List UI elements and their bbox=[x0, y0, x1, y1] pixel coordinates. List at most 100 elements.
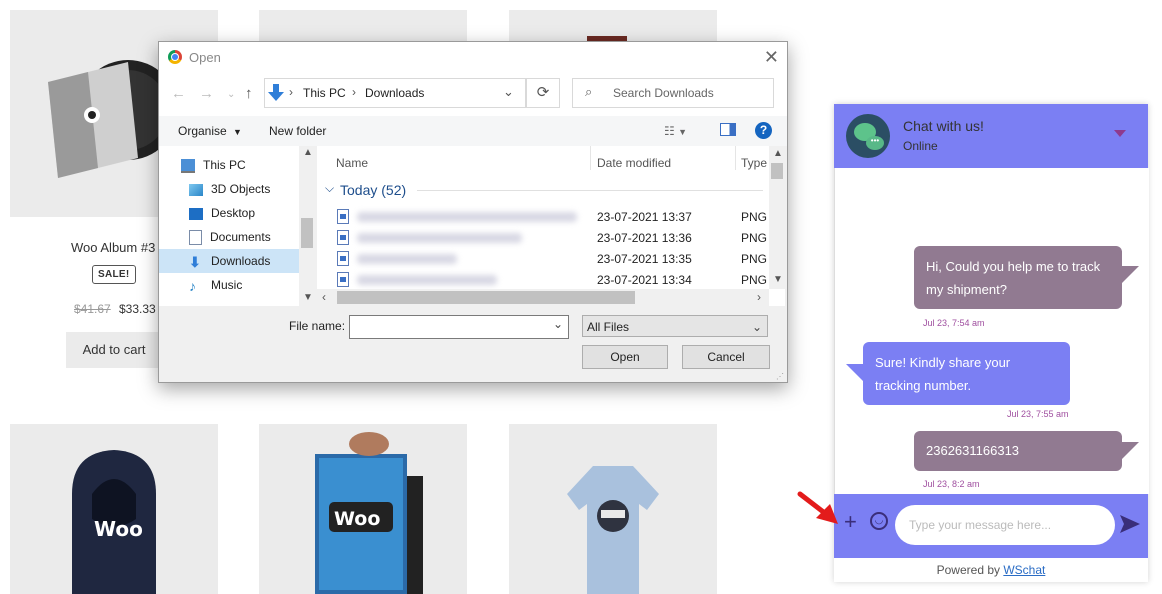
cancel-button[interactable]: Cancel bbox=[682, 345, 770, 369]
tshirt-graphic bbox=[567, 466, 659, 594]
chat-status: Online bbox=[903, 139, 938, 153]
tree-item-music[interactable]: ♪ Music bbox=[189, 273, 307, 297]
search-placeholder: Search Downloads bbox=[613, 86, 714, 100]
attach-plus-icon[interactable]: + bbox=[844, 509, 857, 535]
help-icon[interactable]: ? bbox=[755, 122, 772, 139]
resize-grip-icon[interactable]: ⋰ bbox=[776, 372, 784, 381]
message-tail bbox=[1121, 266, 1139, 284]
view-options-icon[interactable]: ☷ ▼ bbox=[664, 124, 687, 138]
breadcrumb-downloads[interactable]: Downloads bbox=[365, 86, 424, 100]
file-row[interactable]: 23-07-2021 13:35 PNG bbox=[337, 248, 777, 269]
scroll-down-icon[interactable]: ▼ bbox=[303, 292, 313, 303]
dialog-footer: File name: ⌄ All Files ⌄ Open Cancel ⋰ bbox=[159, 306, 787, 382]
emoji-icon[interactable]: ◡ bbox=[870, 512, 888, 530]
file-name-dropdown-icon[interactable]: ⌄ bbox=[553, 317, 563, 331]
message-text: 2362631166313 bbox=[926, 443, 1020, 458]
group-header[interactable]: Today (52) bbox=[340, 182, 406, 198]
scroll-down-icon[interactable]: ▼ bbox=[773, 274, 783, 285]
message-time: Jul 23, 7:54 am bbox=[923, 318, 985, 328]
address-bar[interactable]: › This PC › Downloads ⌄ bbox=[264, 78, 526, 108]
product-image-poster[interactable]: Woo bbox=[259, 424, 467, 594]
product-title[interactable]: Woo Album #3 bbox=[71, 240, 155, 255]
scroll-left-icon[interactable]: ‹ bbox=[322, 290, 326, 304]
png-file-icon bbox=[337, 209, 349, 224]
message-outgoing: Hi, Could you help me to track my shipme… bbox=[914, 246, 1122, 309]
wschat-link[interactable]: WSchat bbox=[1003, 563, 1045, 577]
chat-bubble-dots-icon: ••• bbox=[866, 136, 884, 150]
blurred-filename bbox=[357, 254, 457, 264]
search-box[interactable]: ⌕ Search Downloads bbox=[572, 78, 774, 108]
downloads-folder-icon bbox=[268, 84, 284, 101]
tree-label: Desktop bbox=[211, 206, 256, 220]
chat-avatar: ••• bbox=[846, 114, 890, 158]
chat-messages[interactable]: Hi, Could you help me to track my shipme… bbox=[834, 168, 1149, 494]
tree-label: Documents bbox=[210, 230, 271, 244]
scroll-right-icon[interactable]: › bbox=[757, 290, 761, 304]
powered-by: Powered by WSchat bbox=[834, 558, 1148, 582]
add-to-cart-button[interactable]: Add to cart bbox=[66, 332, 162, 368]
back-arrow-icon[interactable]: ← bbox=[171, 85, 186, 102]
file-date: 23-07-2021 13:36 bbox=[597, 231, 692, 245]
product-image-tshirt[interactable] bbox=[509, 424, 717, 594]
open-file-dialog[interactable]: Open ✕ ← → ⌄ ↑ › This PC › Downloads ⌄ ⟳… bbox=[158, 41, 788, 383]
old-price: $41.67 bbox=[74, 302, 111, 316]
filter-dropdown-icon[interactable]: ⌄ bbox=[752, 316, 762, 338]
preview-pane-icon[interactable] bbox=[720, 123, 736, 136]
up-arrow-icon[interactable]: ↑ bbox=[245, 85, 253, 102]
horizontal-scrollbar[interactable]: ‹ › bbox=[317, 289, 769, 306]
tree-item-desktop[interactable]: Desktop bbox=[189, 201, 307, 225]
blurred-filename bbox=[357, 212, 577, 222]
tree-item-documents[interactable]: Documents bbox=[189, 225, 307, 249]
file-row[interactable]: 23-07-2021 13:34 PNG bbox=[337, 269, 777, 290]
dialog-titlebar[interactable]: Open ✕ bbox=[159, 42, 787, 74]
column-type[interactable]: Type bbox=[741, 156, 767, 170]
nav-scrollbar[interactable]: ▲ ▼ bbox=[299, 146, 315, 306]
open-button[interactable]: Open bbox=[582, 345, 668, 369]
file-row[interactable]: 23-07-2021 13:36 PNG bbox=[337, 227, 777, 248]
close-icon[interactable]: ✕ bbox=[764, 47, 779, 68]
new-folder-button[interactable]: New folder bbox=[269, 124, 326, 138]
product-image-hoodie[interactable]: Woo bbox=[10, 424, 218, 594]
message-input-placeholder: Type your message here... bbox=[909, 518, 1052, 532]
chat-composer: + ◡ Type your message here... bbox=[834, 494, 1148, 558]
navigation-pane: This PC 3D Objects Desktop Documents ⬇ Do… bbox=[159, 146, 315, 306]
organise-label: Organise bbox=[178, 124, 227, 138]
tree-item-3d-objects[interactable]: 3D Objects bbox=[189, 177, 307, 201]
message-input[interactable]: Type your message here... bbox=[895, 505, 1115, 545]
file-list-scrollbar[interactable]: ▲ ▼ bbox=[769, 146, 785, 289]
address-dropdown-icon[interactable]: ⌄ bbox=[503, 84, 514, 100]
breadcrumb-chevron-icon: › bbox=[352, 85, 356, 99]
refresh-icon[interactable]: ⟳ bbox=[526, 78, 560, 108]
file-type-filter[interactable]: All Files ⌄ bbox=[582, 315, 768, 337]
scroll-up-icon[interactable]: ▲ bbox=[773, 148, 783, 159]
recent-locations-chevron-icon[interactable]: ⌄ bbox=[227, 89, 235, 100]
chat-header[interactable]: ••• Chat with us! Online bbox=[834, 104, 1148, 168]
file-date: 23-07-2021 13:35 bbox=[597, 252, 692, 266]
file-date: 23-07-2021 13:37 bbox=[597, 210, 692, 224]
music-icon: ♪ bbox=[189, 277, 196, 294]
forward-arrow-icon[interactable]: → bbox=[199, 85, 214, 102]
blurred-filename bbox=[357, 233, 522, 243]
scroll-thumb[interactable] bbox=[301, 218, 313, 248]
send-icon[interactable] bbox=[1120, 515, 1140, 533]
column-name[interactable]: Name bbox=[336, 156, 368, 170]
message-text: Sure! Kindly share your tracking number. bbox=[875, 355, 1011, 393]
breadcrumb-this-pc[interactable]: This PC bbox=[303, 86, 346, 100]
column-date-modified[interactable]: Date modified bbox=[597, 156, 671, 170]
scroll-thumb[interactable] bbox=[337, 291, 635, 304]
scroll-up-icon[interactable]: ▲ bbox=[303, 147, 313, 158]
documents-icon bbox=[189, 230, 202, 246]
file-name-input[interactable]: ⌄ bbox=[349, 315, 569, 339]
dropdown-caret-icon: ▼ bbox=[233, 127, 242, 137]
column-divider bbox=[735, 146, 736, 170]
png-file-icon bbox=[337, 251, 349, 266]
tree-label: Downloads bbox=[211, 254, 271, 268]
minimize-chevron-icon[interactable] bbox=[1114, 130, 1126, 137]
svg-text:Woo: Woo bbox=[94, 517, 143, 541]
scroll-thumb[interactable] bbox=[771, 163, 783, 179]
tree-item-this-pc[interactable]: This PC bbox=[181, 153, 299, 177]
group-collapse-icon[interactable]: ⌵ bbox=[325, 181, 334, 196]
tree-item-downloads[interactable]: ⬇ Downloads bbox=[159, 249, 299, 273]
file-row[interactable]: 23-07-2021 13:37 PNG bbox=[337, 206, 777, 227]
organise-menu[interactable]: Organise ▼ bbox=[178, 124, 242, 138]
